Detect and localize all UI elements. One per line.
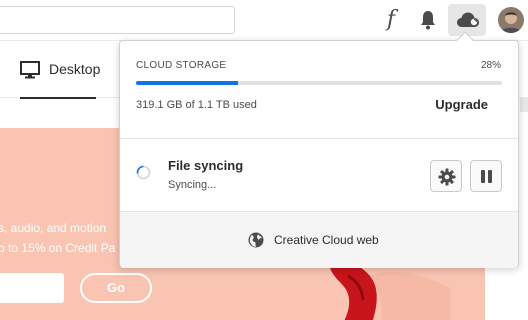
banner-text-line2: p to 15% on Credit Pa	[0, 241, 116, 255]
email-input[interactable]	[0, 273, 64, 303]
tab-desktop-label: Desktop	[49, 61, 101, 77]
storage-used-text: 319.1 GB of 1.1 TB used	[136, 99, 257, 111]
storage-percent: 28%	[480, 60, 501, 71]
cloud-storage-popover: CLOUD STORAGE 28% 319.1 GB of 1.1 TB use…	[119, 31, 519, 268]
search-input[interactable]	[0, 6, 235, 34]
sync-title: File syncing	[168, 158, 244, 173]
cloud-button[interactable]	[448, 4, 486, 36]
divider	[120, 138, 518, 139]
popover-footer: Creative Cloud web	[120, 212, 518, 268]
gear-icon	[438, 168, 456, 186]
sync-settings-button[interactable]	[430, 160, 462, 192]
go-button[interactable]: Go	[80, 273, 152, 303]
globe-icon	[248, 232, 264, 248]
upgrade-button[interactable]: Upgrade	[435, 97, 488, 112]
storage-progress-fill	[136, 81, 239, 85]
cloud-icon	[457, 12, 479, 27]
creative-cloud-web-label: Creative Cloud web	[274, 233, 379, 247]
font-icon[interactable]: f	[382, 7, 400, 33]
pause-sync-button[interactable]	[470, 160, 502, 192]
bell-icon[interactable]	[419, 10, 437, 30]
tab-desktop[interactable]: Desktop	[20, 55, 100, 99]
storage-progress-bar	[136, 81, 502, 85]
spinner-icon	[136, 165, 151, 180]
avatar[interactable]	[498, 7, 524, 33]
monitor-icon	[20, 61, 40, 79]
scrollbar-thumb[interactable]	[520, 98, 528, 112]
top-bar: f	[0, 0, 528, 40]
banner-text-line1: s, audio, and motion	[0, 221, 107, 235]
sync-status: Syncing...	[168, 179, 217, 191]
storage-title: CLOUD STORAGE	[136, 60, 227, 71]
